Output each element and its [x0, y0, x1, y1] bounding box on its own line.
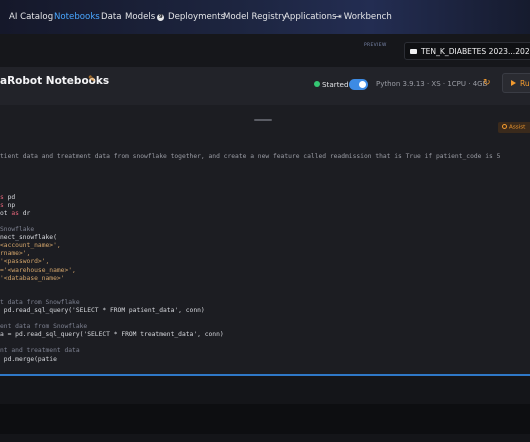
- code-line: pd.merge(patie: [0, 355, 57, 363]
- cell-drag-handle[interactable]: [254, 119, 272, 121]
- nav-ai-catalog[interactable]: AI Catalog: [9, 12, 53, 22]
- nav-data[interactable]: Data: [101, 12, 122, 22]
- session-status: Started: [322, 80, 349, 89]
- code-line: ent data from Snowflake: [0, 323, 88, 331]
- assist-label: Assist: [509, 124, 526, 131]
- models-count-badge: 9: [157, 14, 165, 21]
- play-icon: [511, 80, 516, 86]
- bottom-bar: [0, 404, 530, 434]
- code-line: Snowflake: [0, 226, 35, 234]
- folder-icon: [410, 49, 417, 54]
- workbench-preview-tag: PREVIEW: [364, 43, 387, 48]
- nav-models-label: Models: [125, 12, 156, 22]
- code-line: ='<warehouse_name>',: [0, 266, 76, 274]
- session-toggle[interactable]: [349, 79, 368, 90]
- nav-deployments[interactable]: Deployments: [168, 12, 225, 22]
- code-line: pd.read_sql_query('SELECT * FROM patient…: [0, 306, 205, 314]
- code-line: a = pd.read_sql_query('SELECT * FROM tre…: [0, 331, 224, 339]
- project-name: TEN_K_DIABETES 2023...2023-02-1: [421, 47, 530, 56]
- code-line: s np: [0, 201, 16, 209]
- toggle-knob: [359, 81, 366, 88]
- nav-applications[interactable]: Applications: [284, 12, 337, 22]
- workbench-arrow-icon: ⇥: [335, 12, 342, 21]
- code-line: nect_snowflake(: [0, 234, 57, 242]
- assist-icon: [502, 124, 507, 129]
- nav-workbench[interactable]: ⇥ Workbench: [335, 12, 392, 22]
- code-line: '<password>',: [0, 258, 50, 266]
- code-line: s pd: [0, 193, 16, 201]
- nav-models[interactable]: Models 9: [125, 12, 165, 22]
- code-line: rname>',: [0, 250, 31, 258]
- code-line: t data from Snowflake: [0, 298, 80, 306]
- code-line: <account_name>',: [0, 242, 61, 250]
- environment-info: Python 3.9.13 · XS · 1CPU · 4GB: [376, 80, 488, 88]
- code-line: nt and treatment data: [0, 347, 80, 355]
- nav-model-registry[interactable]: Model Registry: [223, 12, 287, 22]
- pencil-icon[interactable]: ✎: [88, 75, 96, 85]
- status-dot-icon: [314, 81, 320, 87]
- code-editor[interactable]: tient data and treatment data from snowf…: [0, 137, 530, 372]
- run-button[interactable]: Ru: [502, 73, 530, 93]
- restart-icon[interactable]: ↻: [483, 78, 491, 88]
- assist-button[interactable]: Assist: [498, 122, 530, 133]
- nav-notebooks[interactable]: Notebooks: [54, 12, 100, 22]
- code-line: '<database_name>': [0, 274, 65, 282]
- project-selector[interactable]: TEN_K_DIABETES 2023...2023-02-1: [404, 42, 530, 60]
- nav-workbench-label: Workbench: [343, 12, 392, 22]
- run-label: Ru: [520, 79, 530, 88]
- ai-prompt-line: tient data and treatment data from snowf…: [0, 153, 501, 161]
- code-line: ot as dr: [0, 209, 31, 217]
